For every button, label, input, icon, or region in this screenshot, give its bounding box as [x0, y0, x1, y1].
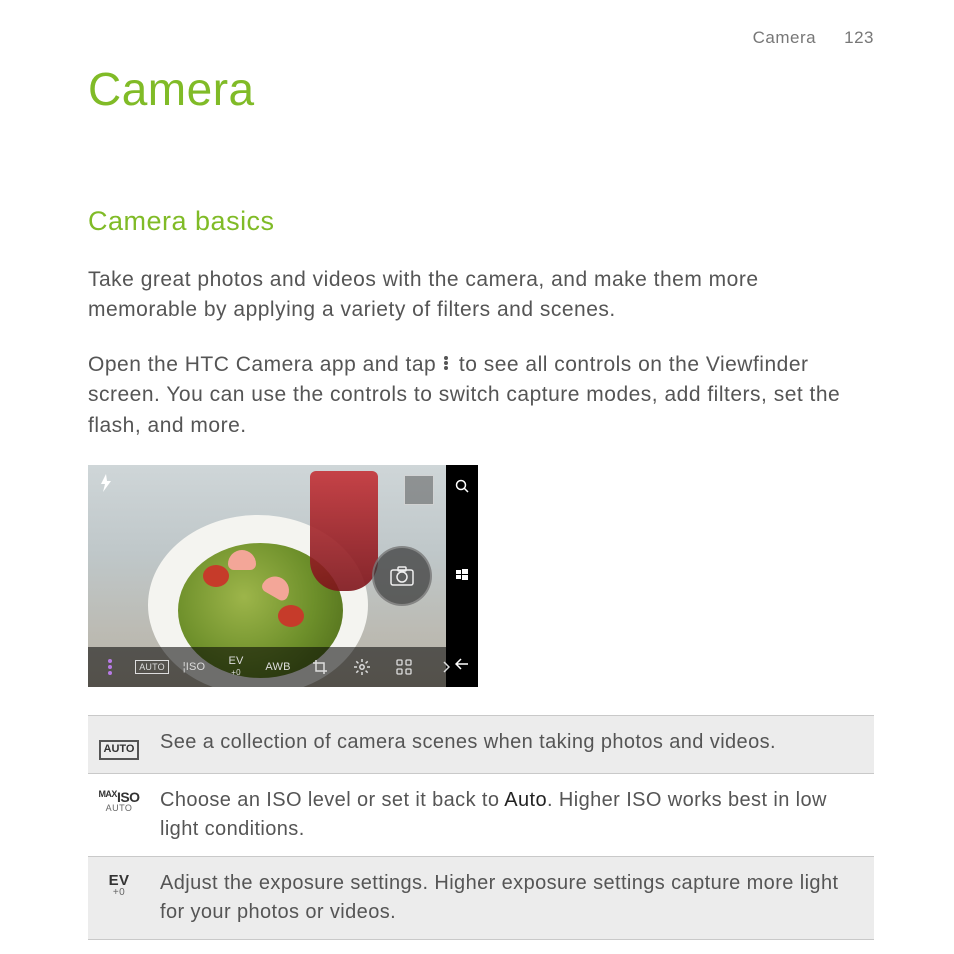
control-modes-icon [390, 647, 418, 687]
row-icon-ev: EV +0 [88, 857, 152, 940]
control-more-icon [96, 647, 124, 687]
search-icon [455, 479, 469, 496]
page-title: Camera [88, 62, 874, 116]
last-photo-thumb [404, 475, 434, 505]
table-row: AUTO See a collection of camera scenes w… [88, 716, 874, 774]
camera-control-bar: AUTO ¦ISO EV+0 AWB [88, 647, 446, 687]
table-row: MAXISO AUTO Choose an ISO level or set i… [88, 774, 874, 857]
running-header: Camera 123 [88, 28, 874, 48]
control-crop-icon [306, 647, 334, 687]
para2-part-a: Open the HTC Camera app and tap [88, 353, 443, 376]
control-chevron-icon [432, 647, 460, 687]
table-row: EV +0 Adjust the exposure settings. High… [88, 857, 874, 940]
intro-paragraph-2: Open the HTC Camera app and tap to see a… [88, 350, 874, 441]
viewfinder-screenshot: AUTO ¦ISO EV+0 AWB [88, 465, 478, 687]
more-icon [443, 355, 453, 371]
control-awb: AWB [264, 647, 292, 687]
row-text: Adjust the exposure settings. Higher exp… [152, 857, 874, 940]
row-icon-auto: AUTO [88, 716, 152, 774]
row-text: Choose an ISO level or set it back to Au… [152, 774, 874, 857]
control-ev: EV+0 [222, 647, 250, 687]
manual-page: Camera 123 Camera Camera basics Take grea… [0, 0, 954, 954]
header-section: Camera [753, 28, 816, 47]
shutter-button [372, 546, 432, 606]
windows-icon [455, 568, 469, 585]
header-page-number: 123 [844, 28, 874, 47]
section-heading: Camera basics [88, 206, 874, 237]
controls-reference-table: AUTO See a collection of camera scenes w… [88, 715, 874, 940]
control-auto: AUTO [138, 647, 166, 687]
row-text: See a collection of camera scenes when t… [152, 716, 874, 774]
control-iso: ¦ISO [180, 647, 208, 687]
control-settings-icon [348, 647, 376, 687]
flash-icon [96, 473, 116, 493]
intro-paragraph-1: Take great photos and videos with the ca… [88, 265, 874, 326]
row-icon-iso: MAXISO AUTO [88, 774, 152, 857]
